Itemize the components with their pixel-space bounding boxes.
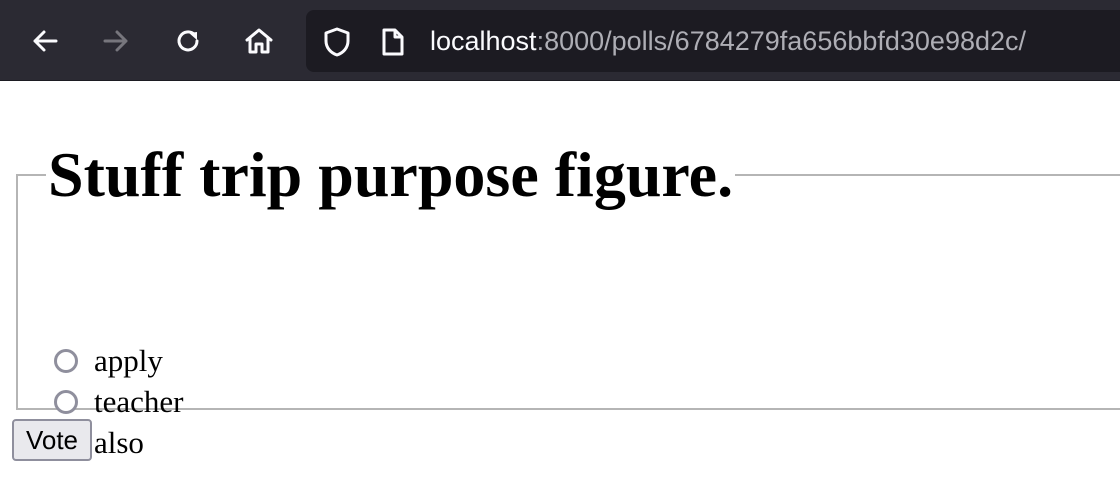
choice-radio[interactable] — [54, 389, 78, 414]
browser-toolbar: localhost:8000/polls/6784279fa656bbfd30e… — [0, 0, 1120, 81]
reload-button[interactable] — [165, 18, 211, 64]
forward-button[interactable] — [93, 18, 139, 64]
url-path: :8000/polls/6784279fa656bbfd30e98d2c/ — [536, 26, 1027, 56]
choice-label[interactable]: teacher — [94, 384, 183, 420]
arrow-left-icon — [33, 30, 58, 52]
choice-label[interactable]: also — [94, 425, 144, 461]
url-text[interactable]: localhost:8000/polls/6784279fa656bbfd30e… — [430, 10, 1026, 72]
choice-item[interactable]: teacher — [54, 381, 183, 422]
url-host: localhost — [430, 26, 537, 56]
page-icon[interactable] — [378, 27, 408, 57]
vote-button[interactable]: Vote — [12, 419, 92, 461]
choice-item[interactable]: apply — [54, 340, 183, 381]
arrow-right-icon — [103, 30, 128, 52]
poll-title: Stuff trip purpose figure. — [48, 139, 734, 210]
choice-radio[interactable] — [54, 348, 78, 373]
choice-label[interactable]: apply — [94, 343, 163, 379]
poll-legend: Stuff trip purpose figure. — [46, 140, 735, 210]
home-button[interactable] — [236, 18, 282, 64]
poll-fieldset: Stuff trip purpose figure. apply teacher… — [16, 140, 1120, 460]
reload-icon — [177, 30, 199, 52]
shield-icon[interactable] — [322, 27, 352, 57]
url-bar[interactable]: localhost:8000/polls/6784279fa656bbfd30e… — [306, 10, 1120, 72]
back-button[interactable] — [22, 18, 68, 64]
home-icon — [245, 28, 273, 54]
